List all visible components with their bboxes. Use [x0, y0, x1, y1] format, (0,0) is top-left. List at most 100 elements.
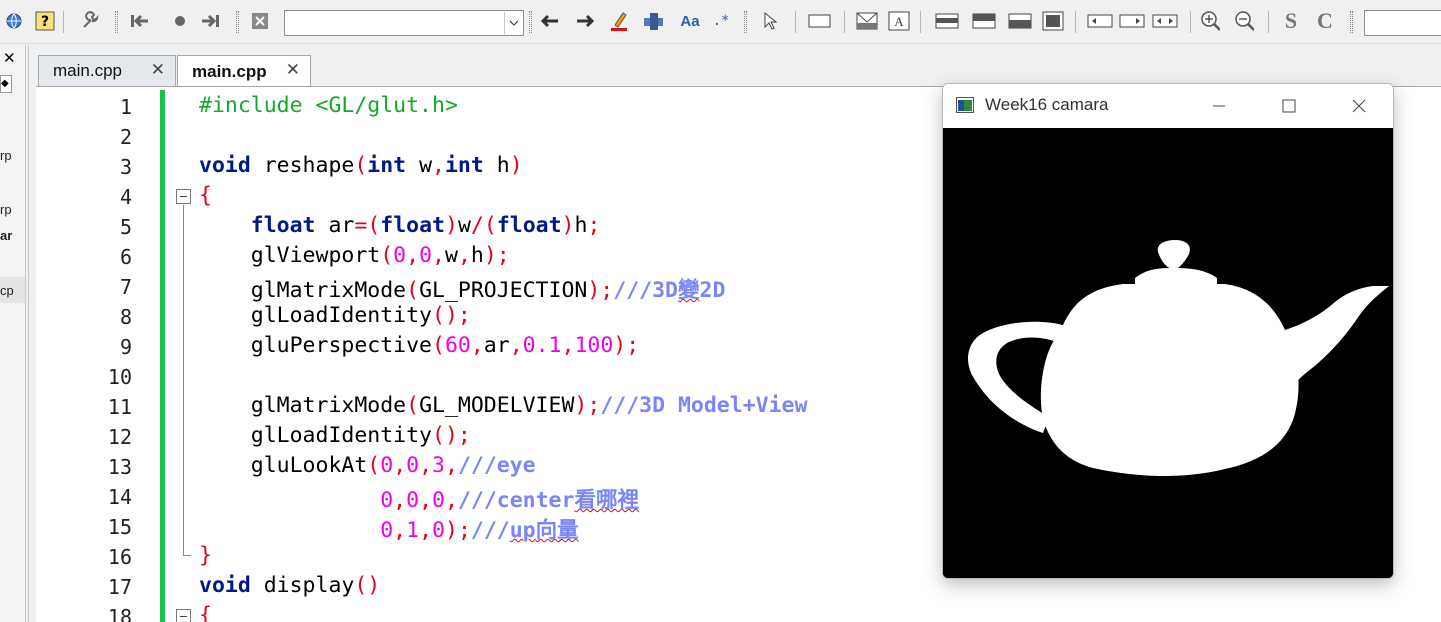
- line-number-gutter: 1 2 3 4 5 6 7 8 9 10 11 12 13 14 15 16 1…: [36, 87, 161, 622]
- text-c-icon[interactable]: C: [1314, 10, 1336, 32]
- frame-both-icon[interactable]: [1152, 11, 1178, 31]
- line-number: 12: [107, 425, 132, 449]
- fold-margin: [173, 87, 193, 622]
- window-title: Week16 camara: [985, 95, 1109, 114]
- chevron-down-icon[interactable]: [504, 12, 522, 34]
- code-line: glMatrixMode(GL_PROJECTION);///3D變2D: [199, 278, 726, 303]
- line-number: 18: [107, 605, 132, 622]
- window-titlebar[interactable]: Week16 camara: [943, 84, 1393, 128]
- help-icon[interactable]: ?: [35, 11, 55, 31]
- zoom-in-icon[interactable]: [1200, 11, 1220, 31]
- rectangle-select-icon[interactable]: [808, 11, 832, 31]
- code-line: glViewport(0,0,w,h);: [199, 243, 510, 268]
- management-panel: ✕ ◆ rp rp ar cp: [0, 45, 26, 622]
- line-number: 9: [119, 335, 132, 359]
- close-icon: [1352, 99, 1366, 113]
- line-number: 7: [119, 275, 132, 299]
- next-bookmark-icon[interactable]: [200, 11, 220, 31]
- panel-item-fragment[interactable]: rp: [0, 148, 12, 163]
- line-number: 10: [107, 365, 132, 389]
- code-line: gluLookAt(0,0,3,///eye: [199, 453, 536, 478]
- cursor-icon[interactable]: [760, 11, 780, 31]
- editor-tabs: main.cpp ✕ main.cpp ✕: [29, 45, 1441, 87]
- back-arrow-icon[interactable]: [540, 11, 560, 31]
- fold-end-marker: [183, 555, 191, 556]
- glut-window[interactable]: Week16 camara: [942, 83, 1394, 579]
- zoom-out-icon[interactable]: [1234, 11, 1254, 31]
- wrench-icon[interactable]: [80, 11, 100, 31]
- line-number: 17: [107, 575, 132, 599]
- code-line: {: [199, 183, 212, 208]
- layout-two-icon[interactable]: [972, 11, 996, 31]
- line-number: 14: [107, 485, 132, 509]
- find-symbol-icon[interactable]: [643, 11, 663, 31]
- code-line: glLoadIdentity();: [199, 303, 471, 328]
- line-number: 4: [119, 185, 132, 209]
- line-number: 1: [119, 95, 132, 119]
- line-number: 2: [119, 125, 132, 149]
- minimize-button[interactable]: [1184, 84, 1254, 128]
- code-line: glLoadIdentity();: [199, 423, 471, 448]
- scope-dropdown[interactable]: [284, 10, 524, 36]
- tab-main-cpp[interactable]: main.cpp ✕: [38, 55, 176, 86]
- fold-collapse-icon[interactable]: [176, 609, 191, 622]
- code-line: float ar=(float)w/(float)h;: [250, 213, 601, 238]
- line-number: 16: [107, 545, 132, 569]
- maximize-button[interactable]: [1254, 84, 1324, 128]
- fold-collapse-icon[interactable]: [176, 189, 191, 204]
- toolbar: ? Aa .* A S C: [0, 0, 1441, 44]
- text-s-icon[interactable]: S: [1280, 10, 1302, 32]
- line-number: 5: [119, 215, 132, 239]
- svg-text:A: A: [894, 14, 904, 29]
- regex-icon[interactable]: .*: [710, 11, 732, 31]
- line-number: 3: [119, 155, 132, 179]
- maximize-icon: [1282, 99, 1296, 113]
- line-number: 13: [107, 455, 132, 479]
- previous-bookmark-icon[interactable]: [130, 11, 150, 31]
- code-line: #include <GL/glut.h>: [199, 93, 458, 118]
- line-number: 6: [119, 245, 132, 269]
- tab-label: main.cpp: [192, 61, 267, 81]
- layout-full-icon[interactable]: [1042, 11, 1064, 31]
- clear-bookmarks-icon[interactable]: [250, 11, 270, 31]
- close-icon[interactable]: ✕: [3, 49, 16, 67]
- render-canvas[interactable]: [943, 128, 1393, 578]
- minimize-icon: [1213, 105, 1225, 107]
- tab-label: main.cpp: [53, 61, 122, 80]
- close-button[interactable]: [1324, 84, 1393, 128]
- code-line: {: [199, 603, 212, 622]
- layout-three-icon[interactable]: [1008, 11, 1032, 31]
- frame-left-icon[interactable]: [1087, 11, 1113, 31]
- panel-item-fragment[interactable]: cp: [0, 283, 14, 298]
- change-marker-bar: [160, 90, 165, 622]
- globe-icon[interactable]: [4, 11, 24, 31]
- forward-arrow-icon[interactable]: [575, 11, 595, 31]
- code-line: }: [199, 543, 212, 568]
- line-number: 8: [119, 305, 132, 329]
- code-line: 0,1,0);///up向量: [380, 518, 579, 543]
- panel-item-fragment[interactable]: rp: [0, 202, 12, 217]
- line-number: 15: [107, 515, 132, 539]
- panel-arrow-icon[interactable]: ◆: [0, 75, 12, 93]
- close-icon[interactable]: ✕: [286, 60, 300, 80]
- search-input[interactable]: [1364, 10, 1441, 36]
- text-frame-icon[interactable]: A: [888, 11, 910, 31]
- close-icon[interactable]: ✕: [151, 60, 165, 80]
- frame-right-icon[interactable]: [1119, 11, 1145, 31]
- highlight-icon[interactable]: [609, 11, 629, 31]
- code-line: gluPerspective(60,ar,0.1,100);: [199, 333, 640, 358]
- panel-item-fragment[interactable]: ar: [0, 228, 12, 243]
- code-line: glMatrixMode(GL_MODELVIEW);///3D Model+V…: [199, 393, 808, 418]
- layout-one-icon[interactable]: [935, 11, 959, 31]
- bookmark-dot-icon[interactable]: [170, 11, 190, 31]
- tab-main-cpp-active[interactable]: main.cpp ✕: [177, 55, 311, 87]
- code-line: void reshape(int w,int h): [199, 153, 523, 178]
- match-case-icon[interactable]: Aa: [677, 11, 703, 31]
- envelope-icon[interactable]: [856, 11, 878, 31]
- app-window-icon: [956, 97, 974, 113]
- svg-text:?: ?: [41, 14, 49, 30]
- code-line: void display(): [199, 573, 381, 598]
- teapot-render: [943, 128, 1393, 578]
- line-number: 11: [107, 395, 132, 419]
- fold-guide: [183, 205, 184, 555]
